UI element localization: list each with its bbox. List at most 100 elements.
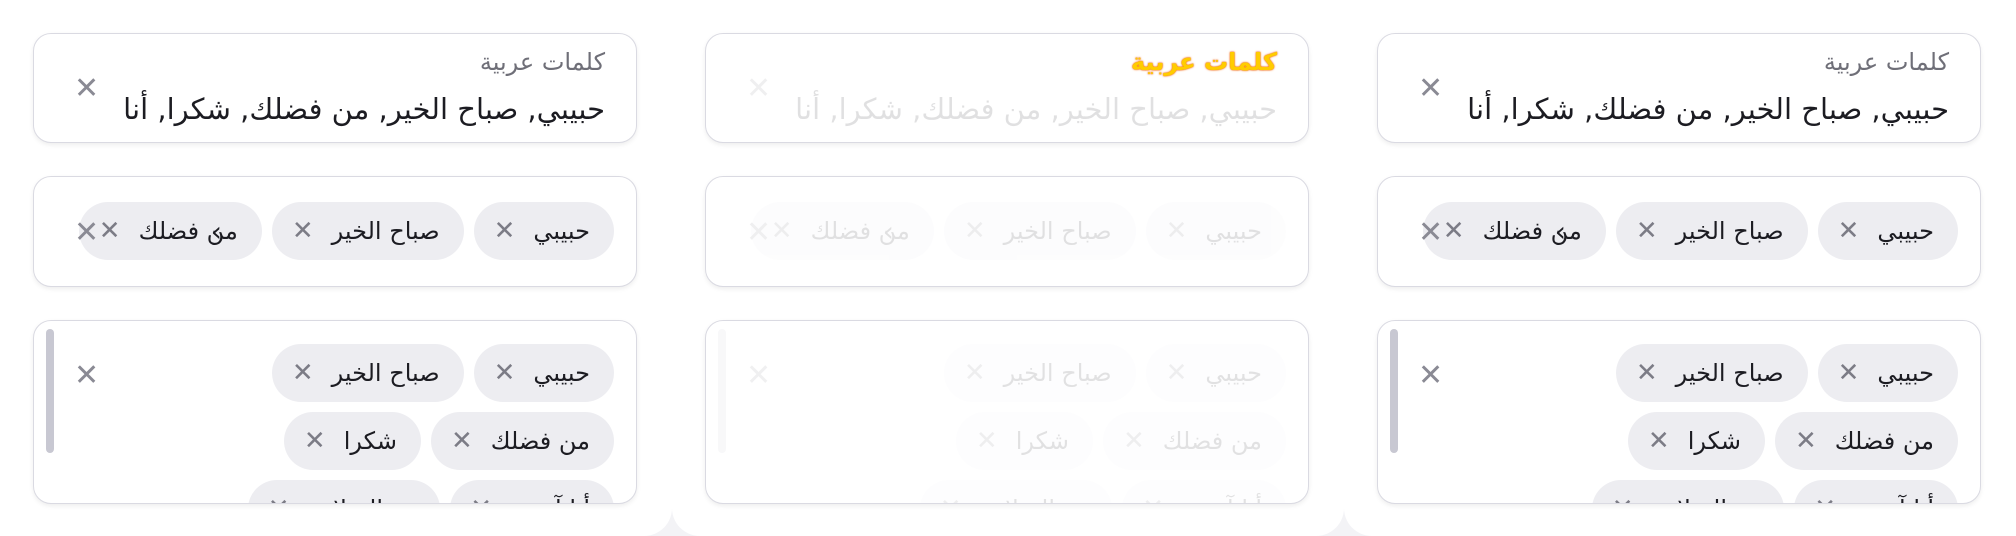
chip-remove-icon[interactable]: ✕ — [292, 216, 314, 246]
chip-remove-icon: ✕ — [1165, 358, 1188, 388]
chip-remove-icon: ✕ — [963, 216, 986, 246]
chip-row: حبيبي ✕ صباح الخير ✕ — [1615, 344, 1958, 402]
clear-icon[interactable]: ✕ — [74, 74, 99, 104]
chip: مع السلامة ✕ — [919, 480, 1113, 503]
panel-left: كلمات عربية حبيبي, صباح الخير, من فضلك, … — [0, 0, 672, 536]
chip[interactable]: صباح الخير ✕ — [1615, 344, 1808, 402]
chip-remove-icon[interactable]: ✕ — [1636, 216, 1658, 246]
chip-label: شكرا — [1015, 427, 1069, 455]
scrollbar[interactable] — [46, 329, 54, 453]
chip-row: حبيبي ✕ صباح الخير ✕ — [271, 344, 614, 402]
chip-remove-icon: ✕ — [1122, 426, 1145, 456]
chip[interactable]: صباح الخير ✕ — [271, 344, 464, 402]
chip[interactable]: مع السلامة ✕ — [1591, 480, 1785, 503]
chip-field-wrapping-disabled: حبيبي ✕ صباح الخير ✕ من فضلك ✕ شكرا ✕ أنا آس… — [705, 320, 1309, 504]
chip[interactable]: أنا آسف ✕ — [450, 480, 614, 503]
clear-icon[interactable]: ✕ — [74, 361, 99, 391]
chip-row: أنا آسف ✕ مع السلامة ✕ — [1591, 480, 1958, 503]
chip[interactable]: صباح الخير ✕ — [1615, 202, 1808, 260]
overflow-indicator: › — [784, 202, 894, 260]
scroll-right-icon: › — [882, 214, 894, 248]
chip[interactable]: حبيبي ✕ — [1817, 344, 1958, 402]
chip-remove-icon[interactable]: ✕ — [494, 216, 516, 246]
chip-remove-icon[interactable]: ✕ — [494, 358, 516, 388]
chip[interactable]: شكرا ✕ — [1627, 412, 1765, 470]
chip-remove-icon[interactable]: ✕ — [1814, 494, 1836, 503]
chip-label: حبيبي — [1877, 359, 1934, 387]
clear-icon: ✕ — [746, 71, 772, 106]
chip-row: من فضلك ✕ شكرا ✕ — [955, 412, 1286, 470]
panel-right: كلمات عربية حبيبي, صباح الخير, من فضلك, … — [1344, 0, 2016, 536]
chip-label: حبيبي — [533, 217, 590, 245]
chip-remove-icon: ✕ — [1142, 494, 1164, 503]
chip[interactable]: مع السلامة ✕ — [247, 480, 441, 503]
chip-field-single-line[interactable]: حبيبي ✕ صباح الخير ✕ من فضلك ✕ › ✕ — [33, 176, 637, 287]
chip-label: أنا آسف — [1854, 495, 1934, 503]
chip-field-single-line-disabled: حبيبي ✕ صباح الخير ✕ من فضلك ✕ › ✕ — [705, 176, 1309, 287]
clear-icon[interactable]: ✕ — [74, 218, 99, 248]
chip-remove-icon[interactable]: ✕ — [1612, 494, 1634, 503]
clear-icon[interactable]: ✕ — [1418, 218, 1443, 248]
chip-label: أنا آسف — [1182, 495, 1262, 503]
chip[interactable]: صباح الخير ✕ — [271, 202, 464, 260]
chip-remove-icon[interactable]: ✕ — [268, 494, 290, 503]
chip-label: صباح الخير — [1675, 217, 1784, 245]
chip-remove-icon[interactable]: ✕ — [451, 426, 473, 456]
chip-label: شكرا — [1687, 427, 1741, 455]
chip[interactable]: من فضلك ✕ — [1774, 412, 1958, 470]
chip-label: من فضلك — [490, 427, 590, 455]
chip-remove-icon[interactable]: ✕ — [304, 426, 326, 456]
chip-remove-icon[interactable]: ✕ — [1838, 358, 1860, 388]
scrollbar — [718, 329, 726, 453]
panel-middle: كلمات عربية حبيبي, صباح الخير, من فضلك, … — [672, 0, 1344, 536]
chip: من فضلك ✕ — [1102, 412, 1286, 470]
clear-icon[interactable]: ✕ — [1418, 361, 1443, 391]
chip-remove-icon: ✕ — [940, 494, 962, 503]
chip-remove-icon[interactable]: ✕ — [470, 494, 492, 503]
chip[interactable]: أنا آسف ✕ — [1794, 480, 1958, 503]
chip-label: صباح الخير — [331, 217, 440, 245]
chip-row: أنا آسف ✕ مع السلامة ✕ — [247, 480, 614, 503]
chip-field-single-line[interactable]: حبيبي ✕ صباح الخير ✕ من فضلك ✕ › ✕ — [1377, 176, 1981, 287]
field-value: حبيبي, صباح الخير, من فضلك, شكرا, أنا — [795, 92, 1277, 126]
chip[interactable]: من فضلك ✕ — [430, 412, 614, 470]
chip[interactable]: حبيبي ✕ — [473, 202, 614, 260]
scrollbar[interactable] — [1390, 329, 1398, 453]
text-field-disabled: كلمات عربية حبيبي, صباح الخير, من فضلك, … — [705, 33, 1309, 143]
chip[interactable]: حبيبي ✕ — [473, 344, 614, 402]
chip-field-wrapping[interactable]: حبيبي ✕ صباح الخير ✕ من فضلك ✕ شكرا ✕ أنا آس… — [1377, 320, 1981, 504]
chip: صباح الخير ✕ — [943, 344, 1136, 402]
chip-remove-icon[interactable]: ✕ — [1648, 426, 1670, 456]
chip-label: صباح الخير — [1003, 217, 1112, 245]
chip-label: مع السلامة — [1652, 495, 1761, 503]
chip-remove-icon[interactable]: ✕ — [1636, 358, 1658, 388]
chip-label: حبيبي — [533, 359, 590, 387]
scroll-right-icon[interactable]: › — [1555, 215, 1566, 248]
chip-label: حبيبي — [1205, 359, 1262, 387]
chip-label: حبيبي — [1205, 217, 1262, 245]
chip-label: من فضلك — [1162, 427, 1262, 455]
chip-label: مع السلامة — [308, 495, 417, 503]
chip[interactable]: شكرا ✕ — [283, 412, 421, 470]
chip-remove-icon[interactable]: ✕ — [1838, 216, 1860, 246]
chip-label: حبيبي — [1877, 217, 1934, 245]
chip-label: صباح الخير — [331, 359, 440, 387]
chip-row: من فضلك ✕ شكرا ✕ — [283, 412, 614, 470]
chip: شكرا ✕ — [955, 412, 1093, 470]
clear-icon: ✕ — [746, 358, 772, 393]
chip-remove-icon: ✕ — [963, 358, 986, 388]
chip-label: أنا آسف — [510, 495, 590, 503]
chip-remove-icon[interactable]: ✕ — [1795, 426, 1817, 456]
chip-field-wrapping[interactable]: حبيبي ✕ صباح الخير ✕ من فضلك ✕ شكرا ✕ أنا آس… — [33, 320, 637, 504]
clear-icon[interactable]: ✕ — [1418, 74, 1443, 104]
field-value[interactable]: حبيبي, صباح الخير, من فضلك, شكرا, أنا — [123, 92, 605, 126]
overflow-indicator: › — [112, 202, 222, 260]
field-value[interactable]: حبيبي, صباح الخير, من فضلك, شكرا, أنا — [1467, 92, 1949, 126]
chip-remove-icon[interactable]: ✕ — [292, 358, 314, 388]
chip[interactable]: حبيبي ✕ — [1817, 202, 1958, 260]
scroll-right-icon[interactable]: › — [211, 215, 222, 248]
chip-row: أنا آسف ✕ مع السلامة ✕ — [919, 480, 1286, 503]
text-field[interactable]: كلمات عربية حبيبي, صباح الخير, من فضلك, … — [33, 33, 637, 143]
text-field[interactable]: كلمات عربية حبيبي, صباح الخير, من فضلك, … — [1377, 33, 1981, 143]
chip: أنا آسف ✕ — [1122, 480, 1286, 503]
